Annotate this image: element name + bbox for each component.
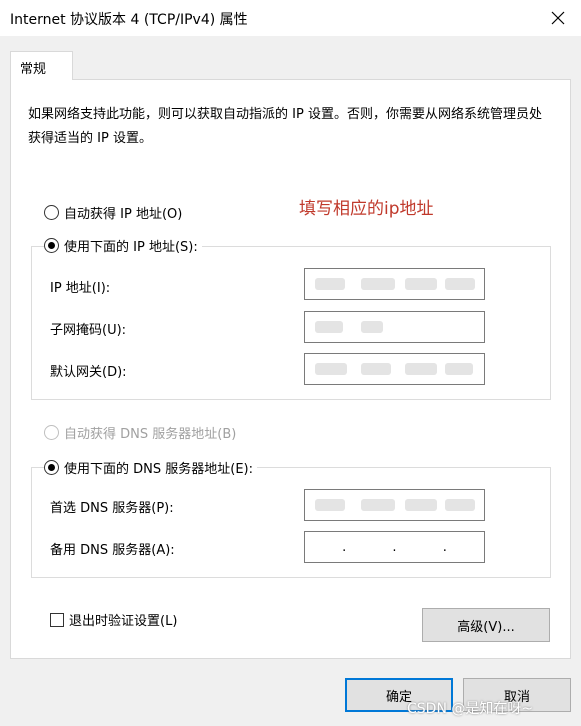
dns-manual-radio[interactable] — [44, 459, 59, 475]
ip-dot: . — [442, 539, 447, 555]
tab-general-label: 常规 — [20, 62, 47, 77]
redacted-segment — [405, 363, 437, 375]
subnet-mask-input[interactable] — [304, 311, 485, 343]
description-text: 如果网络支持此功能，则可以获取自动指派的 IP 设置。否则，你需要从网络系统管理… — [28, 107, 542, 146]
alternate-dns-label: 备用 DNS 服务器(A): — [50, 543, 175, 558]
redacted-segment — [315, 499, 345, 511]
dns-manual-option[interactable]: 使用下面的 DNS 服务器地址(E): — [44, 457, 257, 477]
dns-auto-label: 自动获得 DNS 服务器地址(B) — [64, 426, 237, 442]
ip-dot: . — [342, 539, 347, 555]
alternate-dns-input[interactable]: . . . — [304, 531, 485, 563]
preferred-dns-label: 首选 DNS 服务器(P): — [50, 501, 174, 516]
redacted-segment — [361, 499, 395, 511]
validate-on-exit-label: 退出时验证设置(L) — [69, 614, 178, 629]
watermark: CSDN @是知在呀~ — [407, 701, 534, 717]
ip-manual-option[interactable]: 使用下面的 IP 地址(S): — [44, 235, 202, 255]
validate-on-exit-checkbox[interactable] — [50, 612, 64, 627]
subnet-mask-label: 子网掩码(U): — [50, 323, 127, 338]
ip-auto-radio[interactable] — [44, 204, 59, 220]
redacted-segment — [315, 278, 345, 290]
redacted-segment — [361, 321, 383, 333]
close-icon — [551, 11, 565, 25]
title-bar: Internet 协议版本 4 (TCP/IPv4) 属性 — [0, 0, 581, 36]
redacted-segment — [445, 278, 475, 290]
redacted-segment — [315, 321, 343, 333]
redacted-segment — [361, 363, 391, 375]
default-gateway-label: 默认网关(D): — [50, 365, 127, 380]
dns-auto-radio[interactable] — [44, 424, 59, 440]
annotation-text: 填写相应的ip地址 — [299, 199, 434, 219]
validate-on-exit-option[interactable]: 退出时验证设置(L) — [50, 610, 177, 629]
preferred-dns-input[interactable] — [304, 489, 485, 521]
dns-manual-label: 使用下面的 DNS 服务器地址(E): — [64, 461, 253, 477]
redacted-segment — [405, 499, 437, 511]
redacted-segment — [361, 278, 395, 290]
ip-manual-label: 使用下面的 IP 地址(S): — [64, 239, 198, 255]
ip-address-input[interactable] — [304, 268, 485, 300]
ip-manual-radio[interactable] — [44, 237, 59, 253]
ip-auto-option[interactable]: 自动获得 IP 地址(O) — [44, 202, 182, 222]
close-button[interactable] — [535, 0, 581, 36]
ip-auto-label: 自动获得 IP 地址(O) — [64, 206, 183, 222]
advanced-button[interactable]: 高级(V)... — [422, 608, 550, 642]
redacted-segment — [405, 278, 437, 290]
dns-auto-option[interactable]: 自动获得 DNS 服务器地址(B) — [44, 422, 236, 442]
ip-address-label: IP 地址(I): — [50, 281, 111, 296]
redacted-segment — [445, 363, 473, 375]
tab-general[interactable]: 常规 — [10, 51, 73, 80]
redacted-segment — [445, 499, 475, 511]
redacted-segment — [315, 363, 347, 375]
ip-dot: . — [392, 539, 397, 555]
window-title: Internet 协议版本 4 (TCP/IPv4) 属性 — [10, 12, 248, 28]
default-gateway-input[interactable] — [304, 353, 485, 385]
